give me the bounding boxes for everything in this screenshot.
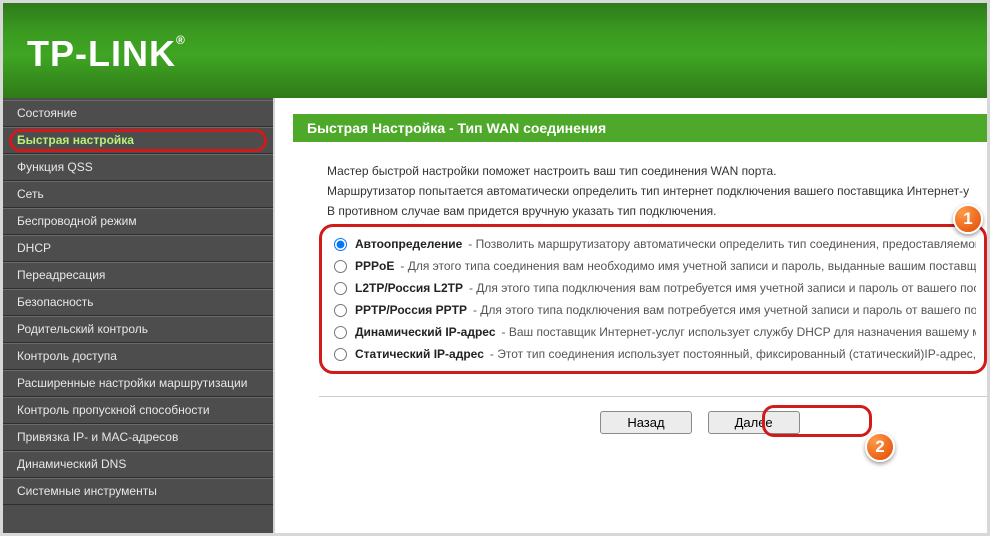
header: TP-LINK®	[3, 3, 987, 98]
sidebar-item-bandwidth[interactable]: Контроль пропускной способности	[3, 397, 273, 424]
option-desc: - Для этого типа соединения вам необходи…	[400, 259, 976, 273]
option-label: L2TP/Россия L2TP	[355, 281, 463, 295]
sidebar-item-wireless[interactable]: Беспроводной режим	[3, 208, 273, 235]
option-desc: - Для этого типа подключения вам потребу…	[469, 281, 976, 295]
brand-logo: TP-LINK®	[27, 33, 963, 75]
option-label: PPPoE	[355, 259, 394, 273]
option-pptp[interactable]: PPTP/Россия PPTP - Для этого типа подклю…	[330, 299, 976, 321]
sidebar-item-quick-setup[interactable]: Быстрая настройка	[3, 127, 273, 154]
radio-autodetect[interactable]	[334, 238, 347, 251]
radio-static-ip[interactable]	[334, 348, 347, 361]
intro-text-2: Маршрутизатор попытается автоматически о…	[327, 184, 987, 198]
option-l2tp[interactable]: L2TP/Россия L2TP - Для этого типа подклю…	[330, 277, 976, 299]
separator	[319, 396, 987, 397]
content: Быстрая Настройка - Тип WAN соединения М…	[275, 98, 987, 533]
sidebar-item-network[interactable]: Сеть	[3, 181, 273, 208]
option-desc: - Позволить маршрутизатору автоматически…	[468, 237, 976, 251]
sidebar-item-dhcp[interactable]: DHCP	[3, 235, 273, 262]
next-button[interactable]: Далее	[708, 411, 800, 434]
option-desc: - Для этого типа подключения вам потребу…	[473, 303, 976, 317]
sidebar-item-ddns[interactable]: Динамический DNS	[3, 451, 273, 478]
sidebar-item-routing[interactable]: Расширенные настройки маршрутизации	[3, 370, 273, 397]
option-desc: - Этот тип соединения использует постоян…	[490, 347, 976, 361]
button-row: Назад Далее	[413, 411, 987, 434]
intro-text-3: В противном случае вам придется вручную …	[327, 204, 987, 218]
radio-pptp[interactable]	[334, 304, 347, 317]
sidebar-item-security[interactable]: Безопасность	[3, 289, 273, 316]
sidebar-item-access-control[interactable]: Контроль доступа	[3, 343, 273, 370]
sidebar-item-qss[interactable]: Функция QSS	[3, 154, 273, 181]
wan-type-options: Автоопределение - Позволить маршрутизато…	[319, 224, 987, 374]
page-title: Быстрая Настройка - Тип WAN соединения	[293, 114, 987, 142]
trademark: ®	[176, 33, 186, 47]
back-button[interactable]: Назад	[600, 411, 691, 434]
radio-pppoe[interactable]	[334, 260, 347, 273]
radio-l2tp[interactable]	[334, 282, 347, 295]
brand-text: TP-LINK	[27, 33, 176, 74]
sidebar-item-system-tools[interactable]: Системные инструменты	[3, 478, 273, 505]
annotation-badge-1: 1	[953, 204, 983, 234]
sidebar-item-status[interactable]: Состояние	[3, 100, 273, 127]
app-frame: TP-LINK® Состояние Быстрая настройка Фун…	[0, 0, 990, 536]
option-label: Автоопределение	[355, 237, 462, 251]
sidebar-item-forwarding[interactable]: Переадресация	[3, 262, 273, 289]
layout: Состояние Быстрая настройка Функция QSS …	[3, 98, 987, 533]
option-pppoe[interactable]: PPPoE - Для этого типа соединения вам не…	[330, 255, 976, 277]
option-autodetect[interactable]: Автоопределение - Позволить маршрутизато…	[330, 233, 976, 255]
intro-text-1: Мастер быстрой настройки поможет настрои…	[327, 164, 987, 178]
sidebar: Состояние Быстрая настройка Функция QSS …	[3, 98, 275, 533]
option-label: PPTP/Россия PPTP	[355, 303, 467, 317]
option-label: Статический IP-адрес	[355, 347, 484, 361]
radio-dynamic-ip[interactable]	[334, 326, 347, 339]
sidebar-item-ip-mac[interactable]: Привязка IP- и MAC-адресов	[3, 424, 273, 451]
sidebar-item-parental[interactable]: Родительский контроль	[3, 316, 273, 343]
option-dynamic-ip[interactable]: Динамический IP-адрес - Ваш поставщик Ин…	[330, 321, 976, 343]
sidebar-item-label: Быстрая настройка	[17, 133, 134, 147]
option-static-ip[interactable]: Статический IP-адрес - Этот тип соединен…	[330, 343, 976, 365]
option-label: Динамический IP-адрес	[355, 325, 496, 339]
annotation-badge-2: 2	[865, 432, 895, 462]
option-desc: - Ваш поставщик Интернет-услуг используе…	[502, 325, 977, 339]
